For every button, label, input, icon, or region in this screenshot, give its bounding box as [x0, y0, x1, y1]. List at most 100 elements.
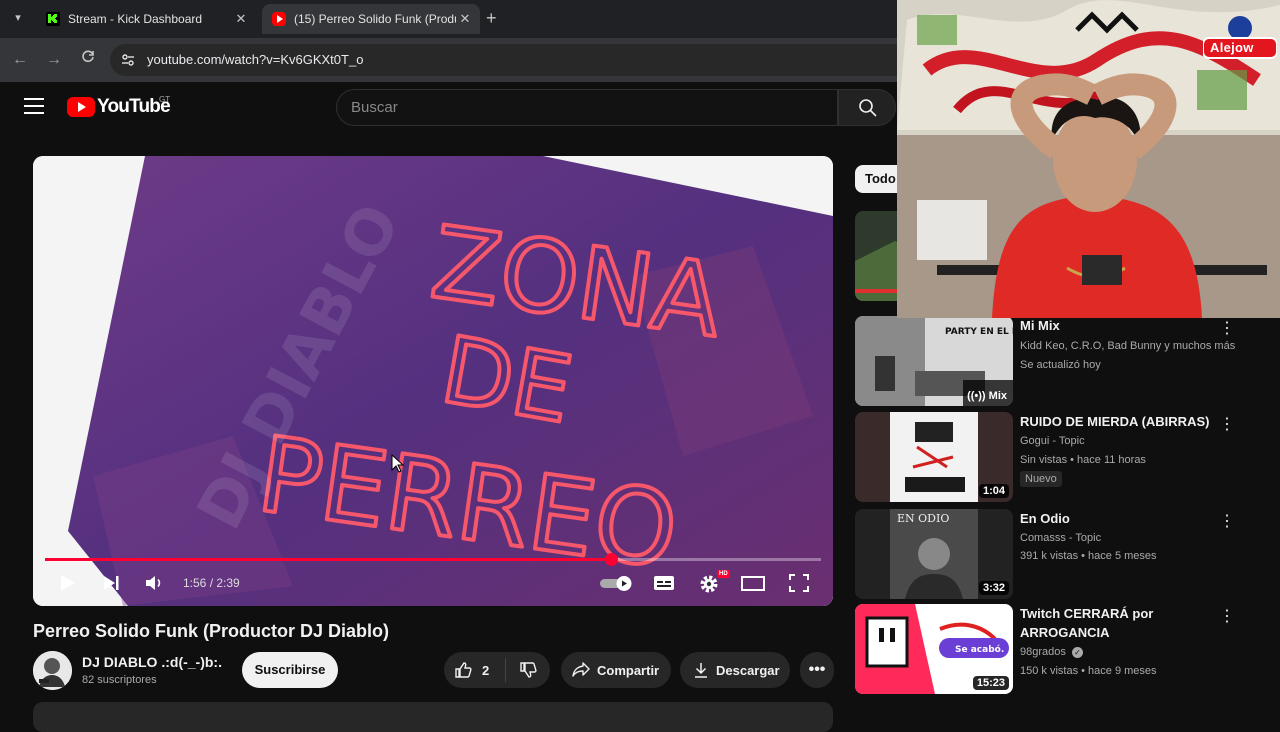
download-label: Descargar [716, 662, 780, 678]
search-input[interactable] [337, 90, 837, 125]
skip-next-icon [104, 576, 119, 590]
video-text-line-2: DE [434, 316, 580, 444]
kick-favicon-icon [46, 12, 60, 26]
rec-channel: Comasss - Topic [1020, 532, 1102, 544]
new-tab-plus-icon[interactable]: + [486, 8, 497, 28]
autoplay-toggle-icon [600, 576, 632, 591]
more-actions-button[interactable]: ••• [800, 652, 834, 688]
country-code: GT [159, 95, 171, 104]
back-arrow-icon[interactable]: ← [9, 49, 31, 71]
volume-icon [146, 576, 161, 590]
video-thumbnail: Se acabó. 15:23 [855, 604, 1013, 694]
channel-avatar-image [33, 651, 72, 690]
play-button[interactable] [53, 570, 81, 596]
hd-badge-icon: HD [717, 570, 730, 578]
rec-meta: 391 k vistas • hace 5 meses [1020, 550, 1157, 562]
subtitles-button[interactable] [650, 570, 678, 596]
thumbnail-text: Se acabó. [955, 644, 1004, 655]
share-button[interactable]: Compartir [561, 652, 671, 688]
kebab-menu-icon[interactable]: ⋮ [1219, 511, 1235, 531]
rec-title[interactable]: Mi Mix [1020, 316, 1220, 335]
address-bar[interactable]: youtube.com/watch?v=Kv6GKXt0T_o [110, 44, 910, 76]
tab-title: (15) Perreo Solido Funk (Productor DJ Di… [294, 12, 456, 26]
video-frame: ZONA DE PERREO DJ DIABLO [33, 156, 833, 606]
rec-title[interactable]: En Odio [1020, 509, 1220, 528]
progress-bar[interactable] [45, 553, 821, 566]
tab-title: Stream - Kick Dashboard [68, 12, 203, 26]
mouse-cursor-icon [391, 454, 405, 473]
video-player[interactable]: ZONA DE PERREO DJ DIABLO 1:56 / 2:39 HD [33, 156, 833, 606]
rec-meta: Se actualizó hoy [1020, 359, 1101, 371]
download-icon [695, 663, 707, 678]
rec-title[interactable]: RUIDO DE MIERDA (ABIRRAS) [1020, 412, 1220, 431]
search-icon [859, 99, 877, 117]
rec-channel: Kidd Keo, C.R.O, Bad Bunny y muchos más [1020, 340, 1236, 352]
mix-radio-icon: ((•)) [967, 390, 986, 402]
site-settings-icon[interactable] [120, 52, 136, 68]
fullscreen-button[interactable] [785, 570, 813, 596]
kebab-menu-icon[interactable]: ⋮ [1219, 318, 1235, 338]
tab-search-chevron-icon[interactable]: ▾ [8, 8, 28, 28]
verified-check-icon: ✓ [1071, 647, 1083, 658]
rec-meta: 150 k vistas • hace 9 meses [1020, 665, 1157, 677]
rec-meta: Sin vistas • hace 11 horas [1020, 454, 1146, 466]
channel-name[interactable]: DJ DIABLO .:d(-_-)b:. [82, 654, 222, 670]
autoplay-toggle[interactable] [600, 575, 634, 591]
volume-button[interactable] [138, 570, 166, 596]
more-horizontal-icon: ••• [808, 661, 826, 678]
download-button[interactable]: Descargar [680, 652, 790, 688]
tab-youtube-video[interactable]: (15) Perreo Solido Funk (Productor DJ Di… [262, 4, 480, 34]
tab-close-icon[interactable]: ✕ [232, 11, 250, 27]
list-item[interactable]: 1:04 RUIDO DE MIERDA (ABIRRAS) Gogui - T… [855, 412, 1275, 504]
duration-badge: 1:04 [978, 484, 1009, 498]
progress-played [45, 558, 612, 561]
reload-icon[interactable] [77, 49, 99, 71]
dislike-button[interactable] [506, 661, 550, 679]
subscribe-button[interactable]: Suscribirse [242, 652, 338, 688]
share-arrow-icon [572, 662, 590, 677]
like-count: 2 [482, 662, 490, 678]
next-button[interactable] [97, 570, 125, 596]
theater-mode-button[interactable] [739, 570, 767, 596]
kebab-menu-icon[interactable]: ⋮ [1219, 606, 1235, 626]
fullscreen-icon [789, 574, 809, 592]
rec-channel: Gogui - Topic [1020, 435, 1085, 447]
forward-arrow-icon[interactable]: → [43, 49, 65, 71]
youtube-favicon-icon [272, 12, 286, 26]
tab-kick-dashboard[interactable]: Stream - Kick Dashboard ✕ [36, 4, 256, 34]
thumbnail-text: PARTY EN EL BARRIO [945, 327, 1013, 337]
streamer-badge-text: Alejow [1210, 40, 1254, 55]
duration-badge: 15:23 [972, 676, 1009, 690]
share-label: Compartir [597, 662, 660, 678]
rec-title[interactable]: Twitch CERRARÁ por ARROGANCIA [1020, 604, 1220, 642]
video-title: Perreo Solido Funk (Productor DJ Diablo) [33, 621, 390, 641]
thumbs-up-icon [455, 662, 472, 678]
channel-avatar[interactable] [33, 651, 72, 690]
kebab-menu-icon[interactable]: ⋮ [1219, 414, 1235, 434]
search-button[interactable] [838, 89, 896, 126]
mix-badge: ((•)) Mix [967, 390, 1007, 402]
thumbs-down-icon [520, 662, 537, 678]
subtitles-icon [654, 576, 674, 590]
video-thumbnail: 1:04 [855, 412, 1013, 502]
search-box[interactable] [336, 89, 838, 126]
url-text: youtube.com/watch?v=Kv6GKXt0T_o [147, 52, 364, 67]
subscriber-count: 82 suscriptores [82, 674, 157, 686]
new-badge: Nuevo [1020, 471, 1062, 487]
rec-channel: 98grados ✓ [1020, 646, 1083, 658]
tab-close-icon[interactable]: ✕ [456, 11, 474, 27]
video-thumbnail: PARTY EN EL BARRIO ((•)) Mix [855, 316, 1013, 406]
duration-badge: 3:32 [978, 581, 1009, 595]
theater-mode-icon [741, 576, 765, 591]
thumbnail-text: EN ODIO [897, 512, 949, 525]
video-thumbnail: EN ODIO 3:32 [855, 509, 1013, 599]
youtube-logo-icon[interactable] [67, 97, 95, 117]
like-button[interactable]: 2 [444, 658, 506, 682]
list-item[interactable]: Se acabó. 15:23 Twitch CERRARÁ por ARROG… [855, 604, 1275, 696]
like-dislike-group: 2 [444, 652, 550, 688]
time-display: 1:56 / 2:39 [183, 576, 240, 590]
list-item[interactable]: EN ODIO 3:32 En Odio Comasss - Topic 391… [855, 509, 1275, 601]
list-item[interactable]: PARTY EN EL BARRIO ((•)) Mix Mi Mix Kidd… [855, 316, 1275, 408]
hamburger-menu-icon[interactable] [24, 98, 44, 114]
description-box[interactable] [33, 702, 833, 732]
